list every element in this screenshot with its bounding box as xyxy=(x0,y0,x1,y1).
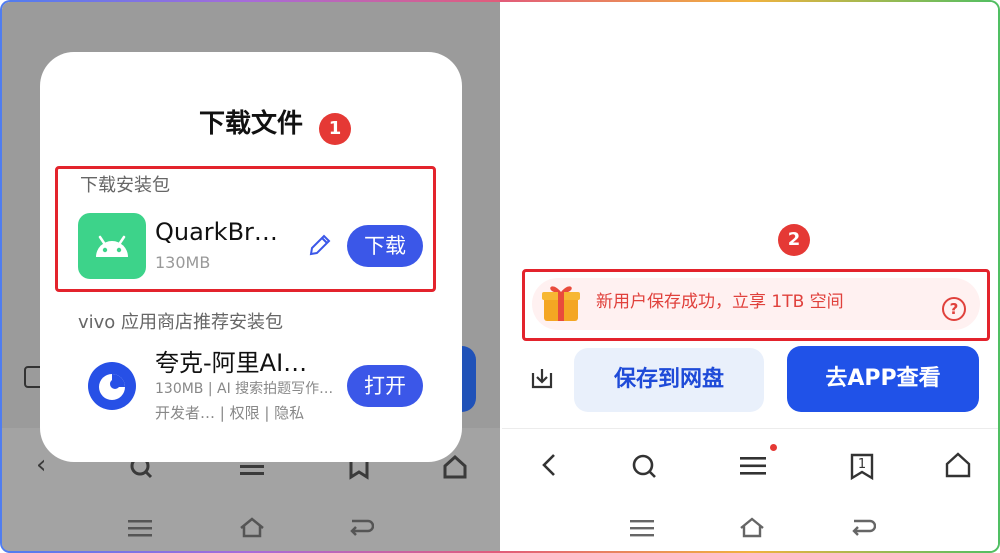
system-back-icon xyxy=(350,519,374,536)
app-name: QuarkBr… xyxy=(155,218,278,246)
notification-dot xyxy=(770,444,777,451)
system-menu-icon[interactable] xyxy=(630,518,654,538)
store-app-meta: 130MB | AI 搜索拍题写作… xyxy=(155,381,334,397)
pencil-icon[interactable] xyxy=(307,232,333,258)
download-icon[interactable] xyxy=(530,366,554,390)
android-icon xyxy=(78,213,146,279)
home-icon[interactable] xyxy=(944,451,972,479)
system-back-icon[interactable] xyxy=(850,518,876,538)
home-icon xyxy=(443,454,467,479)
store-section-label: vivo 应用商店推荐安装包 xyxy=(78,312,284,333)
system-home-icon[interactable] xyxy=(738,516,766,538)
step-marker-1: 1 xyxy=(319,113,351,145)
dialog-title: 下载文件 xyxy=(198,109,303,139)
open-button[interactable]: 打开 xyxy=(347,365,423,407)
download-button[interactable]: 下载 xyxy=(347,225,423,267)
step-marker-2: 2 xyxy=(778,224,810,256)
go-to-app-button[interactable]: 去APP查看 xyxy=(787,346,979,412)
app-size: 130MB xyxy=(155,253,211,272)
background-system-nav xyxy=(2,510,500,546)
promo-text: 新用户保存成功，立享 1TB 空间 xyxy=(596,292,844,312)
search-icon[interactable] xyxy=(630,452,658,480)
tab-count: 1 xyxy=(857,457,867,472)
save-to-cloud-button[interactable]: 保存到网盘 xyxy=(574,348,764,412)
store-app-info[interactable]: 开发者… | 权限 | 隐私 xyxy=(155,404,304,422)
help-icon[interactable]: ? xyxy=(942,297,966,321)
toolbar-divider xyxy=(502,428,998,429)
system-menu-icon xyxy=(128,520,152,537)
back-icon: ‹ xyxy=(36,450,47,480)
system-home-icon xyxy=(240,517,264,538)
quark-icon xyxy=(88,362,136,410)
menu-icon[interactable] xyxy=(740,455,766,477)
store-app-name: 夸克-阿里AI… xyxy=(155,349,308,377)
screenshot-frame: ‹ 下载文件 1 下载安装包 QuarkBr… 130MB 下载 vivo 应用… xyxy=(0,0,1000,553)
gift-icon xyxy=(542,286,580,321)
back-icon[interactable] xyxy=(540,452,558,478)
